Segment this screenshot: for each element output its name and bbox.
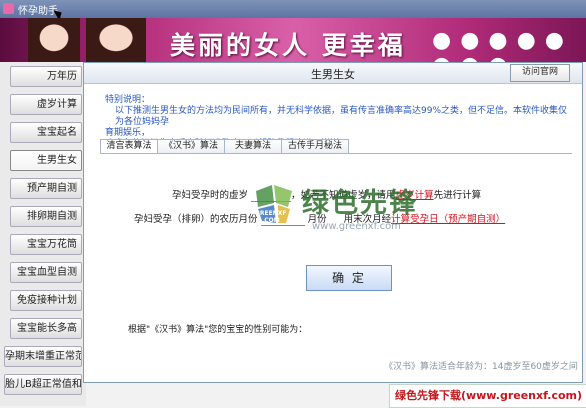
age-range-note: 《汉书》算法适合年龄为：14虚岁至60虚岁之间 xyxy=(384,359,578,372)
sidebar-item-calendar[interactable]: 万年历 xyxy=(10,66,82,87)
tab-hanshu[interactable]: 《汉书》算法 xyxy=(157,139,225,153)
sidebar-item-due-date[interactable]: 预产期自测 xyxy=(10,178,82,199)
notes-heading: 特别说明： xyxy=(105,95,575,106)
greenxf-logo-icon: GREENXF .COM xyxy=(252,181,298,227)
panel-header: 生男生女 访问官网 xyxy=(84,63,582,84)
age-label: 孕妇受孕时的虚岁 xyxy=(172,190,248,201)
banner-dots: ● ● ● ● ● ● ● ● xyxy=(432,28,586,62)
sidebar-item-height[interactable]: 宝宝能长多高 xyxy=(10,318,82,339)
model-photo-left xyxy=(28,18,80,62)
watermark-chinese: 绿色先锋 xyxy=(302,181,418,220)
notes-line-2: 育期娱乐， xyxy=(105,128,575,139)
panel-title: 生男生女 xyxy=(84,66,582,82)
watermark-com: .COM xyxy=(262,217,280,224)
watermark-url: www.greenxf.com xyxy=(312,221,401,232)
visit-website-button[interactable]: 访问官网 xyxy=(510,64,570,82)
tab-divider xyxy=(100,153,572,154)
sidebar-item-gender[interactable]: 生男生女 xyxy=(10,150,82,171)
tab-ancient[interactable]: 古传手月秘法 xyxy=(281,139,349,153)
notes-line-1: 以下推测生男生女的方法均为民间所有，并无科学依据，虽有传言准确率高达99%之类，… xyxy=(105,106,575,128)
app-icon xyxy=(3,3,14,14)
sidebar-item-ultrasound[interactable]: 胎儿B超正常值和体重 xyxy=(4,374,82,395)
main-panel: 生男生女 访问官网 特别说明： 以下推测生男生女的方法均为民间所有，并无科学依据… xyxy=(83,62,583,383)
footer-watermark: 绿色先锋下载(www.greenxf.com) xyxy=(389,384,586,408)
sidebar-item-blood-type[interactable]: 宝宝血型自测 xyxy=(10,262,82,283)
sidebar: 万年历 虚岁计算 宝宝起名 生男生女 预产期自测 排卵期自测 宝宝万花筒 宝宝血… xyxy=(0,62,86,406)
sidebar-item-kaleidoscope[interactable]: 宝宝万花筒 xyxy=(10,234,82,255)
tab-couple[interactable]: 夫妻算法 xyxy=(224,139,282,153)
month-label: 孕妇受孕（排卵）的农历月份 xyxy=(134,214,258,225)
header-banner: 美丽的女人 更幸福 ● ● ● ● ● ● ● ● xyxy=(0,18,586,62)
sidebar-item-age[interactable]: 虚岁计算 xyxy=(10,94,82,115)
banner-slogan: 美丽的女人 更幸福 xyxy=(170,26,406,62)
age-hint-suffix: 先进行计算 xyxy=(434,190,482,201)
sidebar-item-vaccination[interactable]: 免疫接种计划 xyxy=(10,290,82,311)
tab-qinggong[interactable]: 清宫表算法 xyxy=(100,139,158,154)
sidebar-item-ovulation[interactable]: 排卵期自测 xyxy=(10,206,82,227)
title-bar: 怀孕助手 xyxy=(0,0,586,18)
watermark: GREENXF .COM 绿色先锋 www.greenxf.com xyxy=(252,181,428,241)
sidebar-item-naming[interactable]: 宝宝起名 xyxy=(10,122,82,143)
window-title: 怀孕助手 xyxy=(18,2,58,17)
confirm-button[interactable]: 确 定 xyxy=(306,265,392,291)
model-photo-right xyxy=(86,18,146,62)
sidebar-item-weight-gain[interactable]: 孕期末增重正常范围 xyxy=(4,346,82,367)
result-text: 根据"《汉书》算法"您的宝宝的性别可能为： xyxy=(128,322,307,335)
watermark-brand: GREENXF xyxy=(255,210,287,217)
